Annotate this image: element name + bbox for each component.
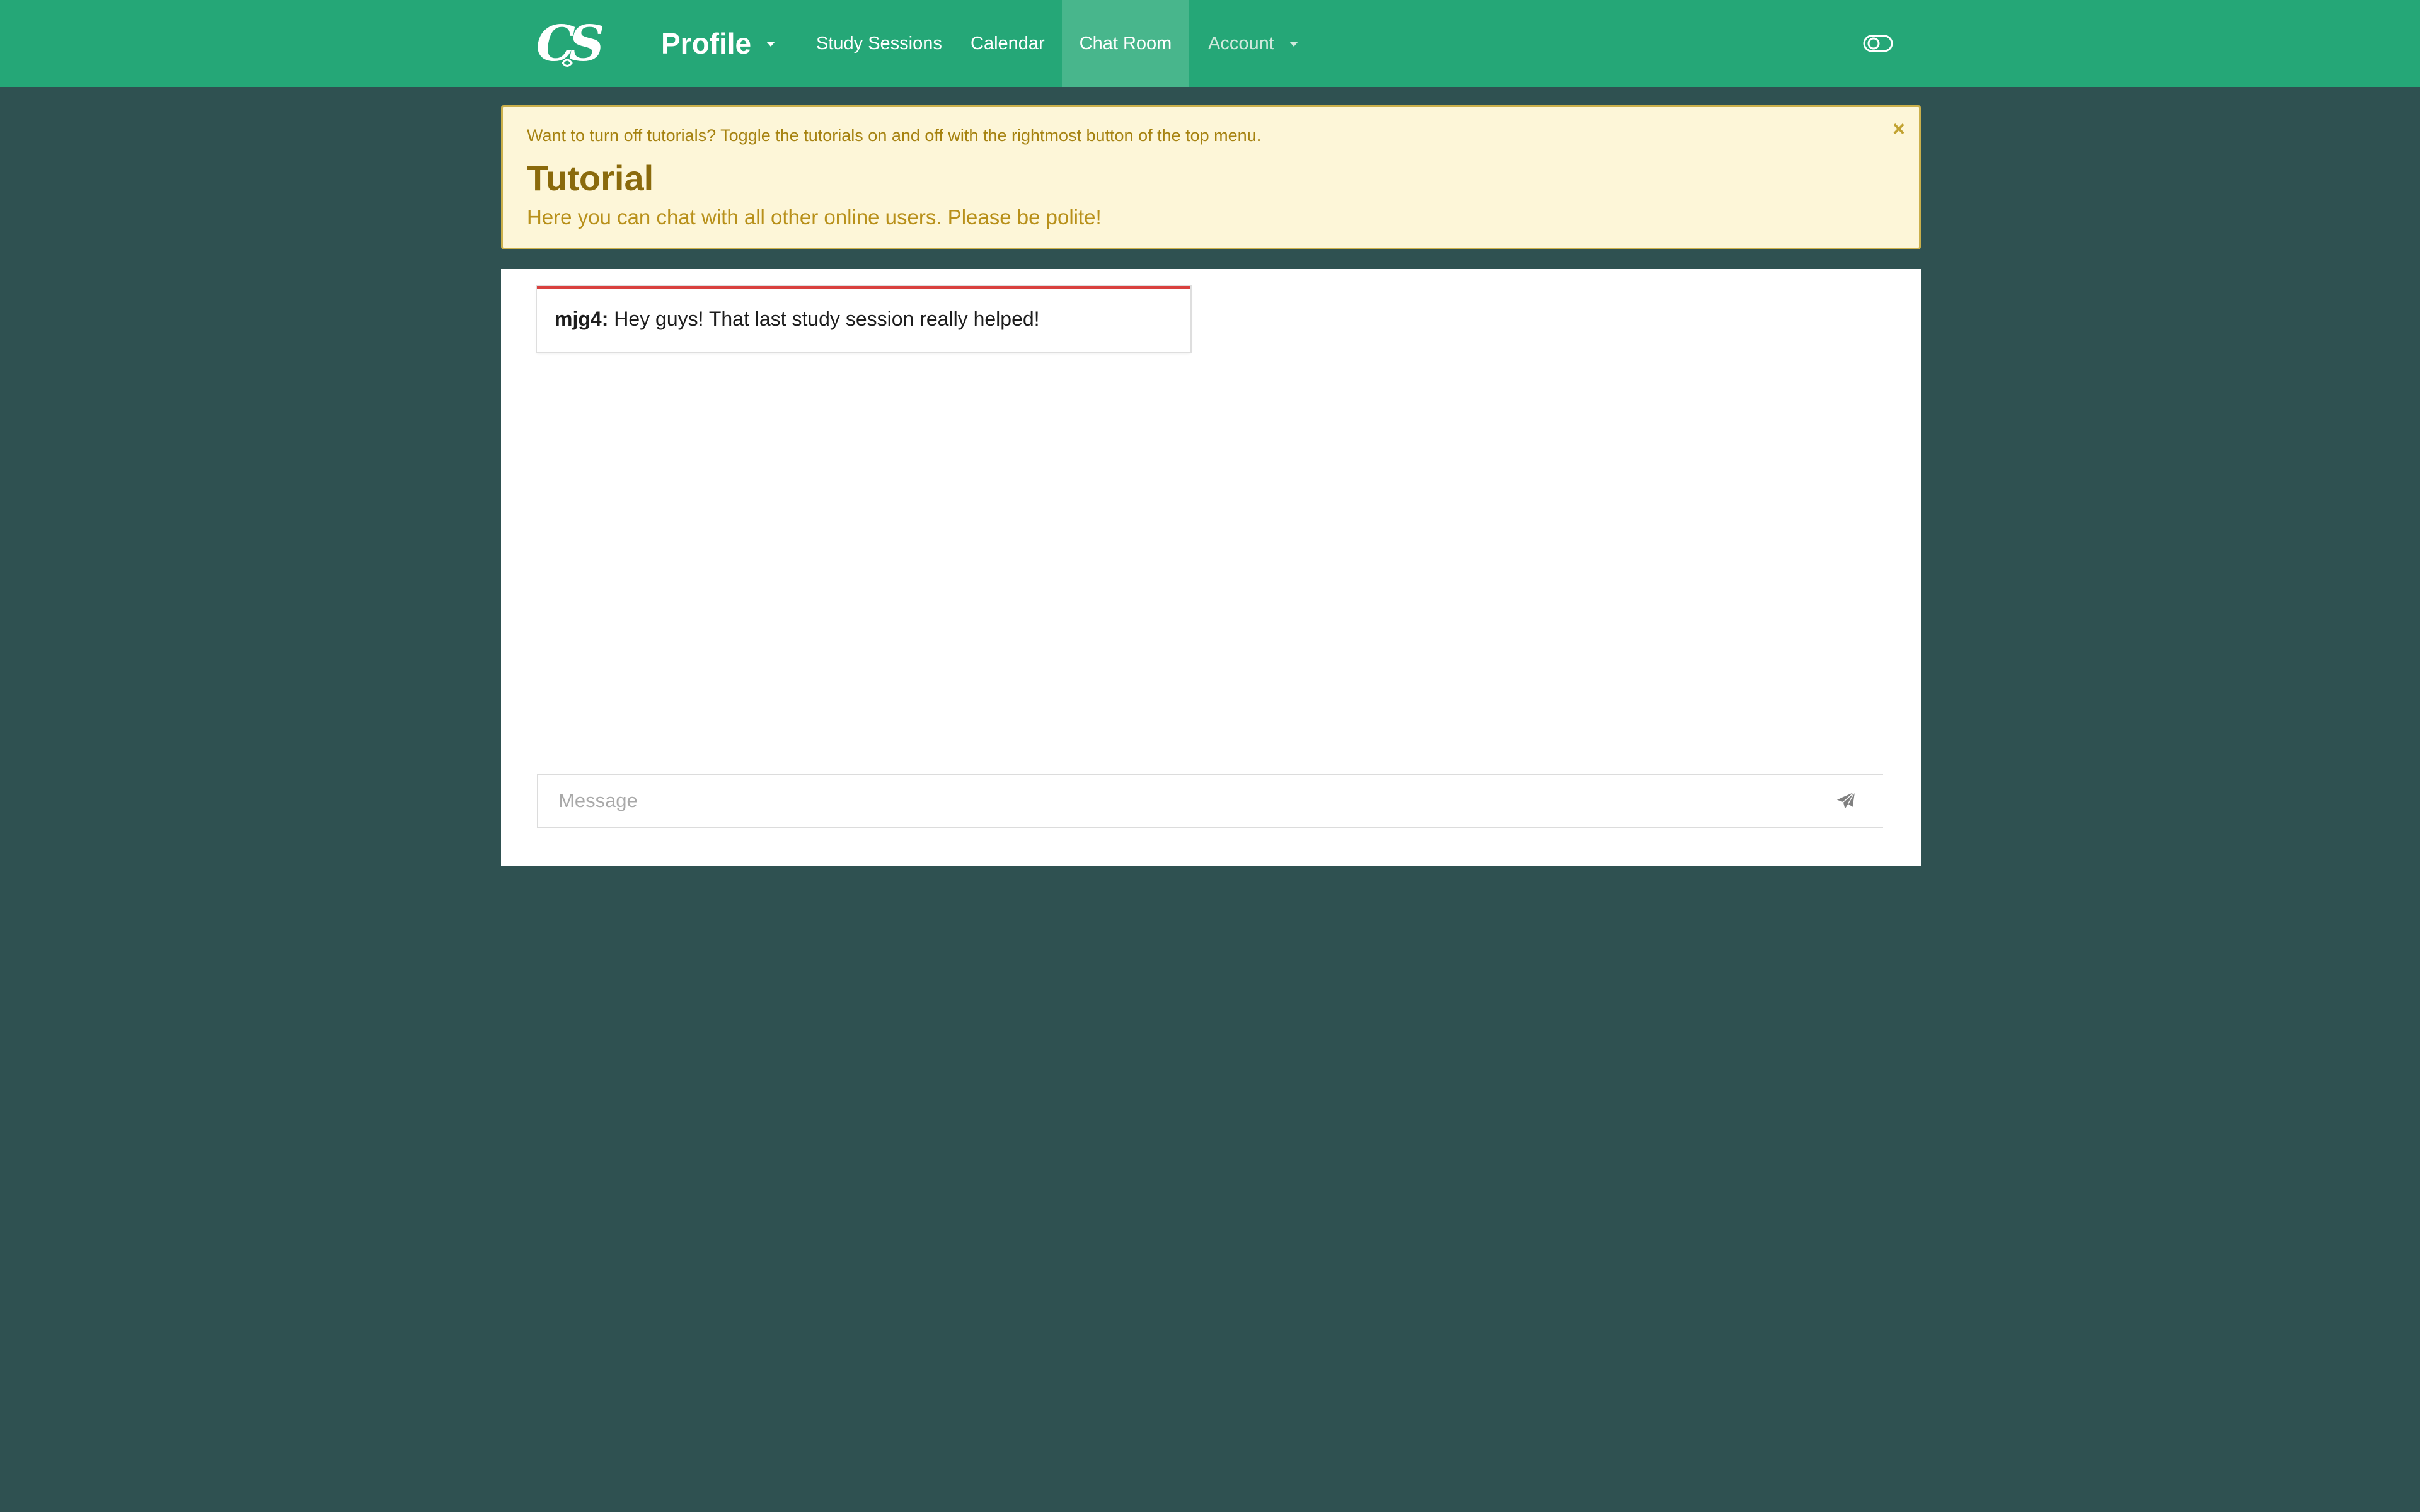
message-composer: [537, 774, 1883, 828]
paper-plane-icon: [1836, 791, 1855, 809]
toggle-icon: [1863, 35, 1893, 52]
logo-mark: CS: [536, 15, 609, 72]
message-input[interactable]: [538, 775, 1818, 827]
nav-chat-room[interactable]: Chat Room: [1062, 0, 1189, 87]
close-icon[interactable]: ×: [1889, 118, 1908, 140]
app-logo[interactable]: CS: [533, 9, 609, 78]
nav-profile[interactable]: Profile: [661, 0, 776, 87]
tutorial-body-text: Here you can chat with all other online …: [527, 205, 1102, 229]
chat-message-text: mjg4: Hey guys! That last study session …: [555, 307, 1040, 331]
tutorial-title: Tutorial: [527, 158, 654, 198]
nav-account[interactable]: Account: [1208, 0, 1298, 87]
chevron-down-icon: [766, 42, 776, 47]
tutorial-alert: Want to turn off tutorials? Toggle the t…: [501, 105, 1921, 249]
nav-study-sessions-label: Study Sessions: [816, 33, 942, 54]
chevron-down-icon: [1289, 42, 1298, 47]
tutorial-hint-text: Want to turn off tutorials? Toggle the t…: [527, 126, 1262, 145]
top-navbar: CS Profile Study Sessions Calendar Chat …: [0, 0, 2420, 87]
send-button[interactable]: [1830, 785, 1862, 816]
nav-calendar-label: Calendar: [971, 33, 1045, 54]
chat-message-body: Hey guys! That last study session really…: [608, 307, 1040, 330]
nav-account-label: Account: [1208, 33, 1274, 54]
navbar-inner: CS Profile Study Sessions Calendar Chat …: [501, 0, 1920, 87]
nav-chat-room-label: Chat Room: [1079, 33, 1172, 54]
nav-study-sessions[interactable]: Study Sessions: [816, 0, 942, 87]
tutorial-toggle-button[interactable]: [1863, 32, 1893, 55]
chat-panel: mjg4: Hey guys! That last study session …: [501, 269, 1921, 866]
nav-calendar[interactable]: Calendar: [971, 0, 1045, 87]
chat-message-username: mjg4:: [555, 307, 609, 330]
chat-message: mjg4: Hey guys! That last study session …: [537, 286, 1190, 352]
nav-profile-label: Profile: [661, 27, 752, 60]
